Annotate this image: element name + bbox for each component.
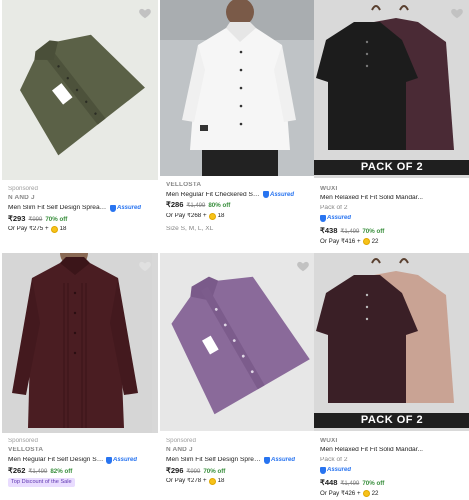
product-image[interactable]: PACK OF 2 [314, 253, 469, 431]
supercoin-icon [50, 225, 58, 233]
supercoin-icon [362, 238, 370, 246]
brand-name: N AND J [166, 447, 193, 454]
title-text: Men Slim Fit Self Design Spread ... [8, 204, 108, 211]
product-image[interactable] [2, 0, 158, 180]
assured-badge: Assured [110, 204, 141, 212]
mrp: ₹1,499 [28, 468, 48, 475]
assured-shield-icon [320, 214, 326, 222]
heart-icon[interactable] [296, 259, 310, 273]
product-title[interactable]: Men Relaxed Fit Fit Solid Mandar... [320, 195, 468, 202]
assured-row: Assured [320, 466, 468, 477]
product-info: WUXI Men Relaxed Fit Fit Solid Mandar...… [320, 438, 468, 500]
price-row: ₹448 ₹1,499 70% off [320, 479, 468, 487]
product-grid: Sponsored N AND J Men Slim Fit Self Desi… [0, 0, 469, 500]
or-pay: Or Pay ₹278 + 18 [166, 477, 225, 485]
brand-name: VELLOSTA [166, 182, 202, 188]
product-title[interactable]: Men Slim Fit Self Design Spread ... Assu… [8, 204, 156, 212]
shirt-image [314, 253, 469, 431]
price: ₹448 [320, 479, 338, 488]
price-row: ₹286 ₹1,499 80% off [166, 201, 314, 209]
price: ₹293 [8, 214, 26, 223]
discount: 70% off [203, 467, 226, 475]
mrp: ₹1,499 [340, 481, 360, 488]
shirt-image [2, 0, 152, 180]
assured-badge: Assured [264, 456, 295, 464]
price: ₹438 [320, 227, 338, 236]
heart-icon[interactable] [450, 6, 464, 20]
brand-name: VELLOSTA [8, 447, 44, 454]
supercoin-icon [208, 212, 216, 220]
heart-icon[interactable] [138, 6, 152, 20]
shirt-image [160, 0, 316, 176]
discount: 70% off [362, 480, 385, 488]
brand-name: WUXI [320, 438, 338, 444]
assured-badge: Assured [263, 191, 294, 199]
sponsored-label: Sponsored [8, 186, 38, 192]
discount: 70% off [362, 228, 385, 236]
or-pay: Or Pay ₹268 + 18 [166, 212, 225, 220]
product-title[interactable]: Men Regular Fit Checkered Spread ... Ass… [166, 191, 314, 199]
title-text: Men Regular Fit Self Design Spre... [8, 456, 104, 463]
mrp: ₹1,499 [340, 229, 360, 236]
product-title[interactable]: Men Regular Fit Self Design Spre... Assu… [8, 456, 156, 464]
pack-label: Pack of 2 [320, 457, 348, 463]
sponsored-label: Sponsored [166, 438, 196, 444]
sponsored-label: Sponsored [8, 438, 38, 444]
shirt-image [160, 253, 316, 431]
mrp: ₹1,499 [186, 203, 206, 210]
mrp: ₹999 [28, 216, 43, 223]
shirt-image [314, 0, 469, 178]
price-row: ₹293 ₹999 70% off [8, 215, 156, 223]
price-row: ₹438 ₹1,499 70% off [320, 227, 468, 235]
supercoin-icon [362, 490, 370, 498]
pack-banner: PACK OF 2 [314, 413, 469, 428]
assured-shield-icon [110, 204, 116, 212]
mrp: ₹999 [186, 468, 201, 475]
price: ₹262 [8, 466, 26, 475]
product-image[interactable] [160, 253, 316, 431]
product-info: WUXI Men Relaxed Fit Fit Solid Mandar...… [320, 186, 468, 248]
supercoin-icon [208, 477, 216, 485]
brand-name: N AND J [8, 195, 35, 202]
product-info: Sponsored N AND J Men Slim Fit Self Desi… [166, 438, 314, 488]
price: ₹296 [166, 466, 184, 475]
or-pay: Or Pay ₹426 + 22 [320, 490, 379, 498]
product-title[interactable]: Men Relaxed Fit Fit Solid Mandar... [320, 447, 468, 454]
product-image[interactable]: PACK OF 2 [314, 0, 469, 178]
price-row: ₹262 ₹1,499 82% off [8, 467, 156, 475]
deal-tag: Top Discount of the Sale [8, 477, 75, 488]
brand-name: WUXI [320, 186, 338, 192]
heart-icon[interactable] [138, 259, 152, 273]
product-title[interactable]: Men Slim Fit Self Design Spread ... Assu… [166, 456, 314, 464]
title-text: Men Slim Fit Self Design Spread ... [166, 456, 262, 463]
shirt-image [2, 253, 152, 433]
pack-banner: PACK OF 2 [314, 160, 469, 175]
size-list: Size S, M, L, XL [166, 225, 214, 232]
price-row: ₹296 ₹999 70% off [166, 467, 314, 475]
product-image[interactable] [160, 0, 316, 176]
product-info: Sponsored N AND J Men Slim Fit Self Desi… [8, 186, 156, 236]
deal-row: Top Discount of the Sale [8, 477, 156, 488]
assured-badge: Assured [320, 466, 351, 474]
discount: 70% off [45, 215, 68, 223]
discount: 80% off [208, 202, 231, 210]
assured-row: Assured [320, 214, 468, 225]
discount: 82% off [50, 467, 73, 475]
assured-badge: Assured [320, 214, 351, 222]
assured-shield-icon [263, 191, 269, 199]
product-info: Sponsored VELLOSTA Men Regular Fit Self … [8, 438, 156, 490]
product-image[interactable] [2, 253, 158, 433]
assured-badge: Assured [106, 456, 137, 464]
title-text: Men Regular Fit Checkered Spread ... [166, 191, 261, 198]
product-info: VELLOSTA Men Regular Fit Checkered Sprea… [166, 182, 314, 235]
assured-shield-icon [264, 456, 270, 464]
assured-shield-icon [320, 466, 326, 474]
or-pay: Or Pay ₹416 + 22 [320, 238, 379, 246]
assured-shield-icon [106, 456, 112, 464]
or-pay: Or Pay ₹275 + 18 [8, 225, 67, 233]
price: ₹286 [166, 201, 184, 210]
pack-label: Pack of 2 [320, 205, 348, 211]
